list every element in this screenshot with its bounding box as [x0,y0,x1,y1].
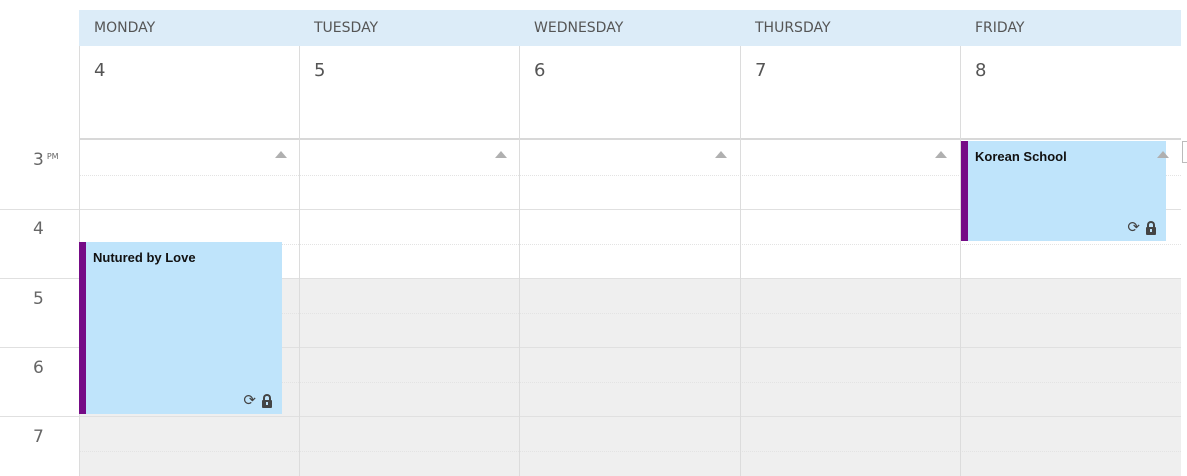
date-number-monday[interactable]: 4 [79,60,105,81]
column-divider [740,46,741,476]
column-divider [519,46,520,476]
event-title: Korean School [975,149,1067,164]
date-number-wednesday[interactable]: 6 [519,60,545,81]
date-number-thursday[interactable]: 7 [740,60,766,81]
hour-line-7 [0,416,1181,417]
event-icons: ⟳ [243,393,272,408]
event-icons: ⟳ [1127,220,1156,235]
event-nutured-by-love[interactable]: Nutured by Love ⟳ [79,242,282,414]
scrollbar-bracket[interactable] [1182,141,1187,163]
private-lock-icon [1146,220,1156,235]
hour-label-7: 7 [33,427,44,447]
date-number-tuesday[interactable]: 5 [299,60,325,81]
recurring-icon: ⟳ [243,391,256,409]
day-name-friday[interactable]: FRIDAY [960,10,1181,46]
scroll-up-arrow-icon[interactable] [275,151,287,158]
day-name-monday[interactable]: MONDAY [79,10,299,46]
hour-label-6: 6 [33,358,44,378]
am-pm-label: PM [46,152,59,161]
column-divider [960,46,961,476]
event-korean-school[interactable]: Korean School ⟳ [961,141,1166,241]
hour-label-3pm: 3 PM [33,150,59,170]
event-title: Nutured by Love [93,250,196,265]
header-separator [79,138,1181,140]
scroll-up-arrow-icon[interactable] [495,151,507,158]
date-number-friday[interactable]: 8 [960,60,986,81]
column-divider [299,46,300,476]
scroll-up-arrow-icon[interactable] [935,151,947,158]
day-name-thursday[interactable]: THURSDAY [740,10,960,46]
recurring-icon: ⟳ [1127,218,1140,236]
hour-label-5: 5 [33,289,44,309]
private-lock-icon [262,393,272,408]
day-name-tuesday[interactable]: TUESDAY [299,10,519,46]
half-hour-line [79,451,1181,452]
scroll-up-arrow-icon[interactable] [1157,151,1169,158]
scroll-up-arrow-icon[interactable] [715,151,727,158]
hour-label-4: 4 [33,219,44,239]
day-name-wednesday[interactable]: WEDNESDAY [519,10,740,46]
